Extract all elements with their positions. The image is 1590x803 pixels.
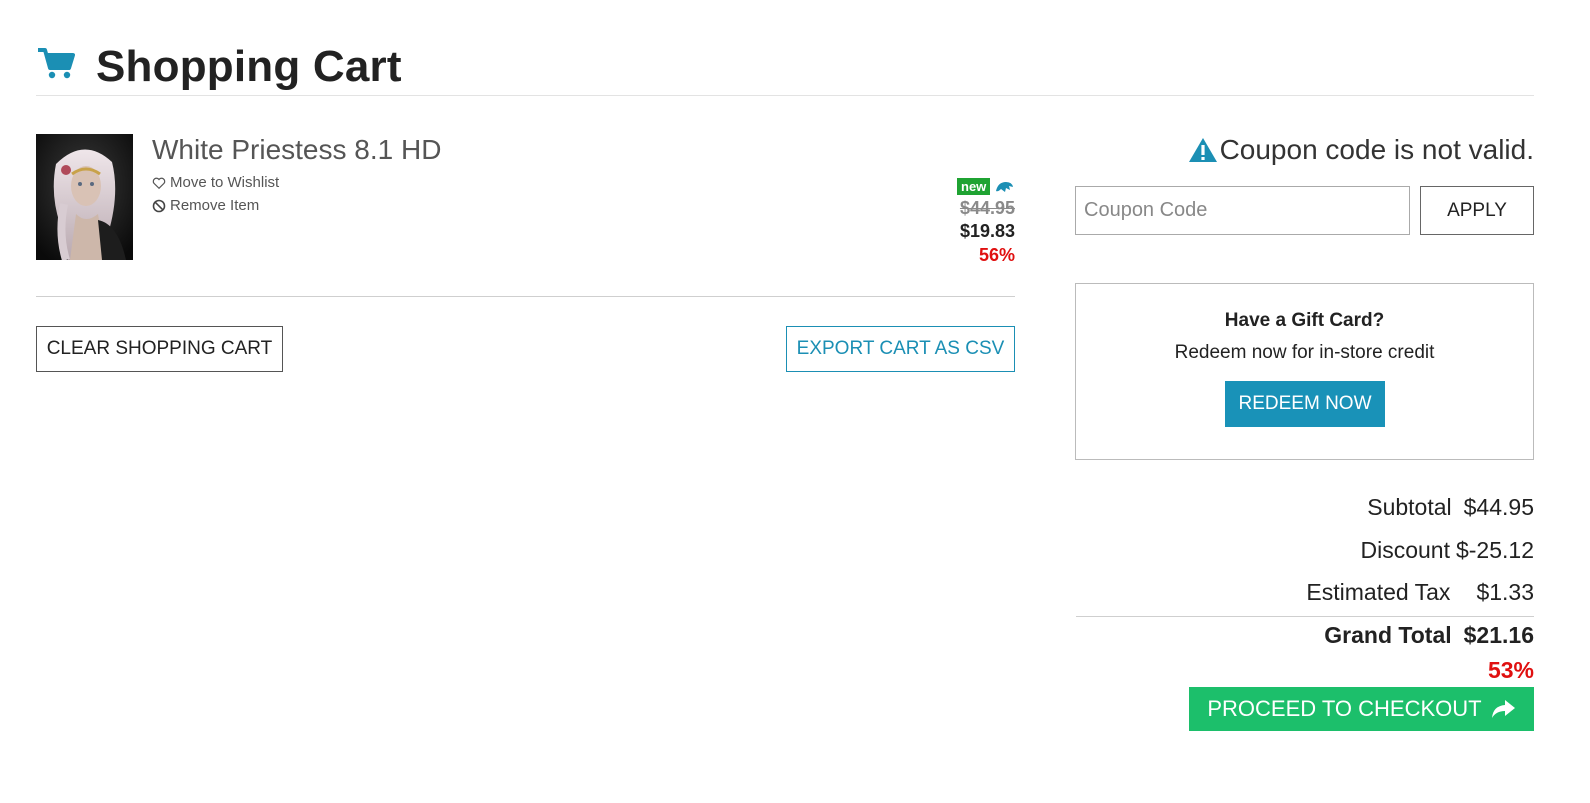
heart-icon <box>152 177 166 189</box>
summary-divider <box>1076 616 1534 617</box>
tax-label: Estimated Tax <box>1306 579 1451 605</box>
gift-card-title: Have a Gift Card? <box>1224 310 1385 331</box>
page-title: Shopping Cart <box>96 42 402 91</box>
subtotal-row: Subtotal $44.95 <box>1367 494 1534 521</box>
apply-coupon-button[interactable]: APPLY <box>1420 186 1534 235</box>
shopping-cart-icon <box>38 48 75 79</box>
remove-item-link[interactable]: Remove Item <box>152 197 259 214</box>
move-to-wishlist-link[interactable]: Move to Wishlist <box>152 174 279 191</box>
redeem-now-button[interactable]: REDEEM NOW <box>1225 381 1385 427</box>
grand-total-label: Grand Total <box>1324 622 1452 648</box>
gift-card-subtitle: Redeem now for in-store credit <box>1174 342 1435 363</box>
mascot-icon <box>996 181 1014 192</box>
total-discount-percent: 53% <box>1487 657 1534 683</box>
grand-total-row: Grand Total $21.16 <box>1324 622 1534 649</box>
sale-price: $19.83 <box>959 221 1015 241</box>
clear-shopping-cart-button[interactable]: CLEAR SHOPPING CART <box>36 326 283 372</box>
remove-item-label: Remove Item <box>170 197 260 214</box>
share-arrow-icon <box>1491 700 1515 718</box>
discount-label: Discount <box>1360 537 1450 563</box>
item-discount-percent: 56% <box>978 245 1015 265</box>
gift-card-panel: Have a Gift Card? Redeem now for in-stor… <box>1075 283 1534 460</box>
checkout-label: PROCEED TO CHECKOUT <box>1207 696 1482 721</box>
subtotal-label: Subtotal <box>1367 494 1452 520</box>
page-header: Shopping Cart <box>36 40 1534 96</box>
new-badge: new <box>957 178 991 195</box>
cart-divider <box>36 296 1015 297</box>
subtotal-value: $44.95 <box>1463 494 1534 520</box>
tax-row: Estimated Tax $1.33 <box>1306 579 1534 606</box>
coupon-error-message: Coupon code is not valid. <box>1188 134 1534 166</box>
move-to-wishlist-label: Move to Wishlist <box>170 174 280 191</box>
discount-row: Discount $-25.12 <box>1361 537 1535 564</box>
tax-value: $1.33 <box>1476 579 1534 605</box>
product-thumbnail <box>36 134 133 260</box>
ban-icon <box>152 199 166 212</box>
original-price: $44.95 <box>959 198 1015 218</box>
proceed-to-checkout-button[interactable]: PROCEED TO CHECKOUT <box>1189 687 1534 731</box>
product-name[interactable]: White Priestess 8.1 HD <box>152 134 441 166</box>
product-badges: new <box>957 178 1014 195</box>
coupon-error-text: Coupon code is not valid. <box>1219 134 1534 165</box>
coupon-code-input[interactable] <box>1075 186 1410 235</box>
discount-value: $-25.12 <box>1455 537 1534 563</box>
export-cart-csv-button[interactable]: EXPORT CART AS CSV <box>786 326 1015 372</box>
product-image[interactable] <box>36 134 133 260</box>
grand-total-value: $21.16 <box>1463 622 1534 648</box>
warning-icon <box>1188 138 1217 162</box>
